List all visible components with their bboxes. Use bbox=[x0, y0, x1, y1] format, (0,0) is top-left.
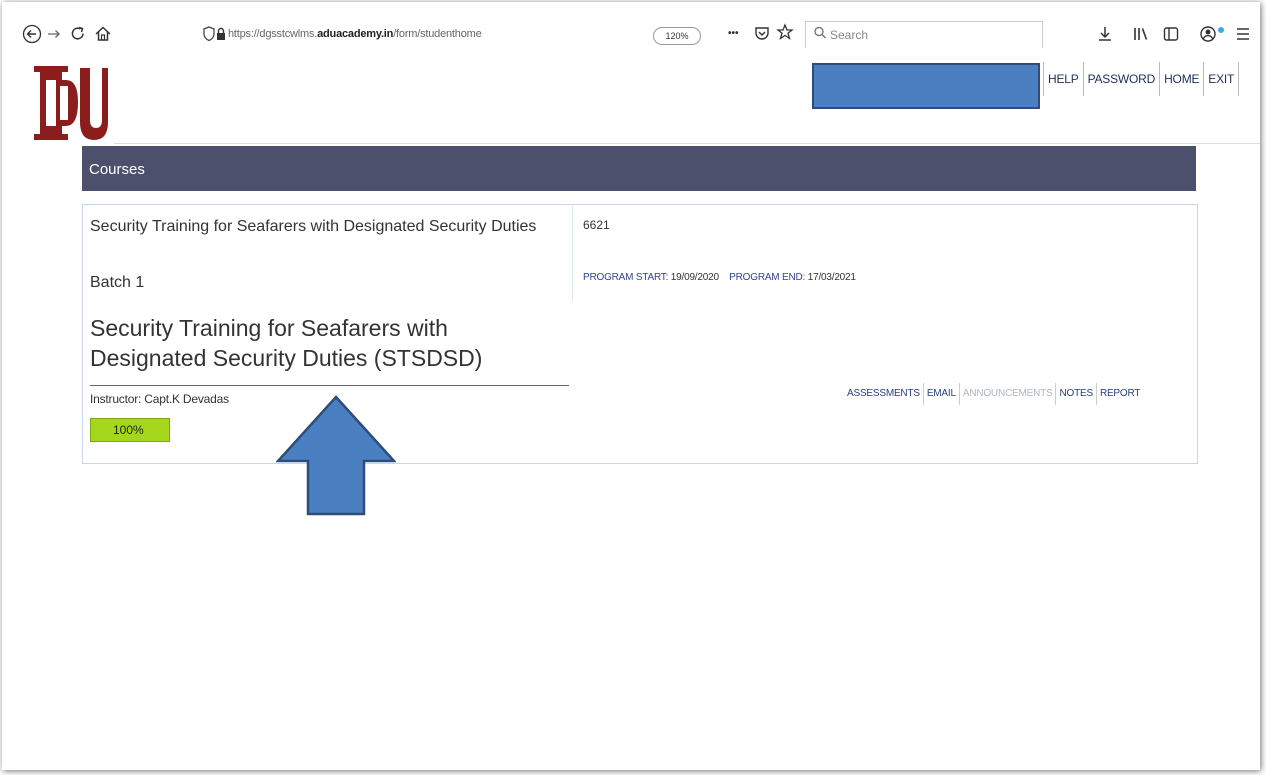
search-input[interactable]: Search bbox=[805, 21, 1043, 48]
course-full-title[interactable]: Security Training for Seafarers with Des… bbox=[90, 313, 560, 373]
title-underline bbox=[90, 385, 569, 386]
annotation-arrow-up bbox=[275, 395, 397, 516]
home-icon[interactable] bbox=[93, 24, 113, 48]
back-icon[interactable] bbox=[22, 24, 42, 48]
shield-icon[interactable] bbox=[202, 25, 216, 47]
url-prefix: https://dgsstcwlms. bbox=[228, 28, 318, 40]
program-start-date: 19/09/2020 bbox=[670, 272, 719, 283]
assessments-link[interactable]: ASSESSMENTS bbox=[844, 383, 923, 405]
search-placeholder: Search bbox=[830, 28, 869, 42]
notification-dot bbox=[1218, 27, 1224, 33]
library-icon[interactable] bbox=[1132, 24, 1150, 48]
address-bar[interactable]: https://dgsstcwlms.aduacademy.in/form/st… bbox=[228, 28, 482, 40]
password-link[interactable]: PASSWORD bbox=[1084, 62, 1161, 96]
menu-icon[interactable] bbox=[1235, 24, 1251, 48]
notes-link[interactable]: NOTES bbox=[1055, 383, 1095, 405]
header-divider bbox=[114, 143, 1260, 144]
program-dates: PROGRAM START: 19/09/2020 PROGRAM END: 1… bbox=[583, 272, 856, 283]
column-divider bbox=[572, 205, 573, 301]
program-end-label: PROGRAM END: bbox=[729, 272, 806, 283]
academy-logo[interactable] bbox=[32, 62, 110, 142]
help-link[interactable]: HELP bbox=[1044, 62, 1084, 96]
program-start-label: PROGRAM START: bbox=[583, 272, 669, 283]
account-icon[interactable] bbox=[1198, 24, 1218, 48]
progress-bar: 100% bbox=[90, 418, 170, 442]
forward-icon[interactable] bbox=[46, 24, 62, 48]
lock-icon bbox=[215, 25, 227, 47]
sidebar-icon[interactable] bbox=[1162, 24, 1180, 48]
instructor-name: Instructor: Capt.K Devadas bbox=[90, 392, 229, 406]
course-actions: ASSESSMENTS EMAIL ANNOUNCEMENTS NOTES RE… bbox=[844, 383, 1143, 405]
search-icon bbox=[813, 25, 827, 44]
program-end-date: 17/03/2021 bbox=[807, 272, 856, 283]
report-link[interactable]: REPORT bbox=[1095, 383, 1143, 405]
exit-link[interactable]: EXIT bbox=[1204, 62, 1240, 96]
reload-icon[interactable] bbox=[68, 24, 88, 48]
top-navigation: HELP PASSWORD HOME EXIT bbox=[1043, 62, 1240, 96]
course-batch: Batch 1 bbox=[90, 274, 145, 291]
redacted-username-box bbox=[812, 63, 1040, 109]
course-title[interactable]: Security Training for Seafarers with Des… bbox=[90, 216, 560, 237]
pocket-icon[interactable] bbox=[753, 24, 771, 46]
browser-window: https://dgsstcwlms.aduacademy.in/form/st… bbox=[2, 2, 1260, 770]
announcements-link: ANNOUNCEMENTS bbox=[958, 383, 1056, 405]
zoom-indicator[interactable]: 120% bbox=[653, 27, 701, 45]
browser-toolbar: https://dgsstcwlms.aduacademy.in/form/st… bbox=[2, 2, 1260, 56]
url-domain: aduacademy.in bbox=[317, 28, 394, 40]
url-path: /form/studenthome bbox=[393, 28, 482, 40]
home-link[interactable]: HOME bbox=[1160, 62, 1205, 96]
bookmark-star-icon[interactable] bbox=[776, 23, 794, 45]
course-code: 6621 bbox=[583, 218, 610, 232]
downloads-icon[interactable] bbox=[1097, 24, 1113, 48]
course-card: Security Training for Seafarers with Des… bbox=[82, 204, 1198, 464]
courses-heading: Courses bbox=[82, 146, 1196, 191]
more-actions-icon[interactable]: ••• bbox=[728, 24, 739, 44]
email-link[interactable]: EMAIL bbox=[922, 383, 959, 405]
